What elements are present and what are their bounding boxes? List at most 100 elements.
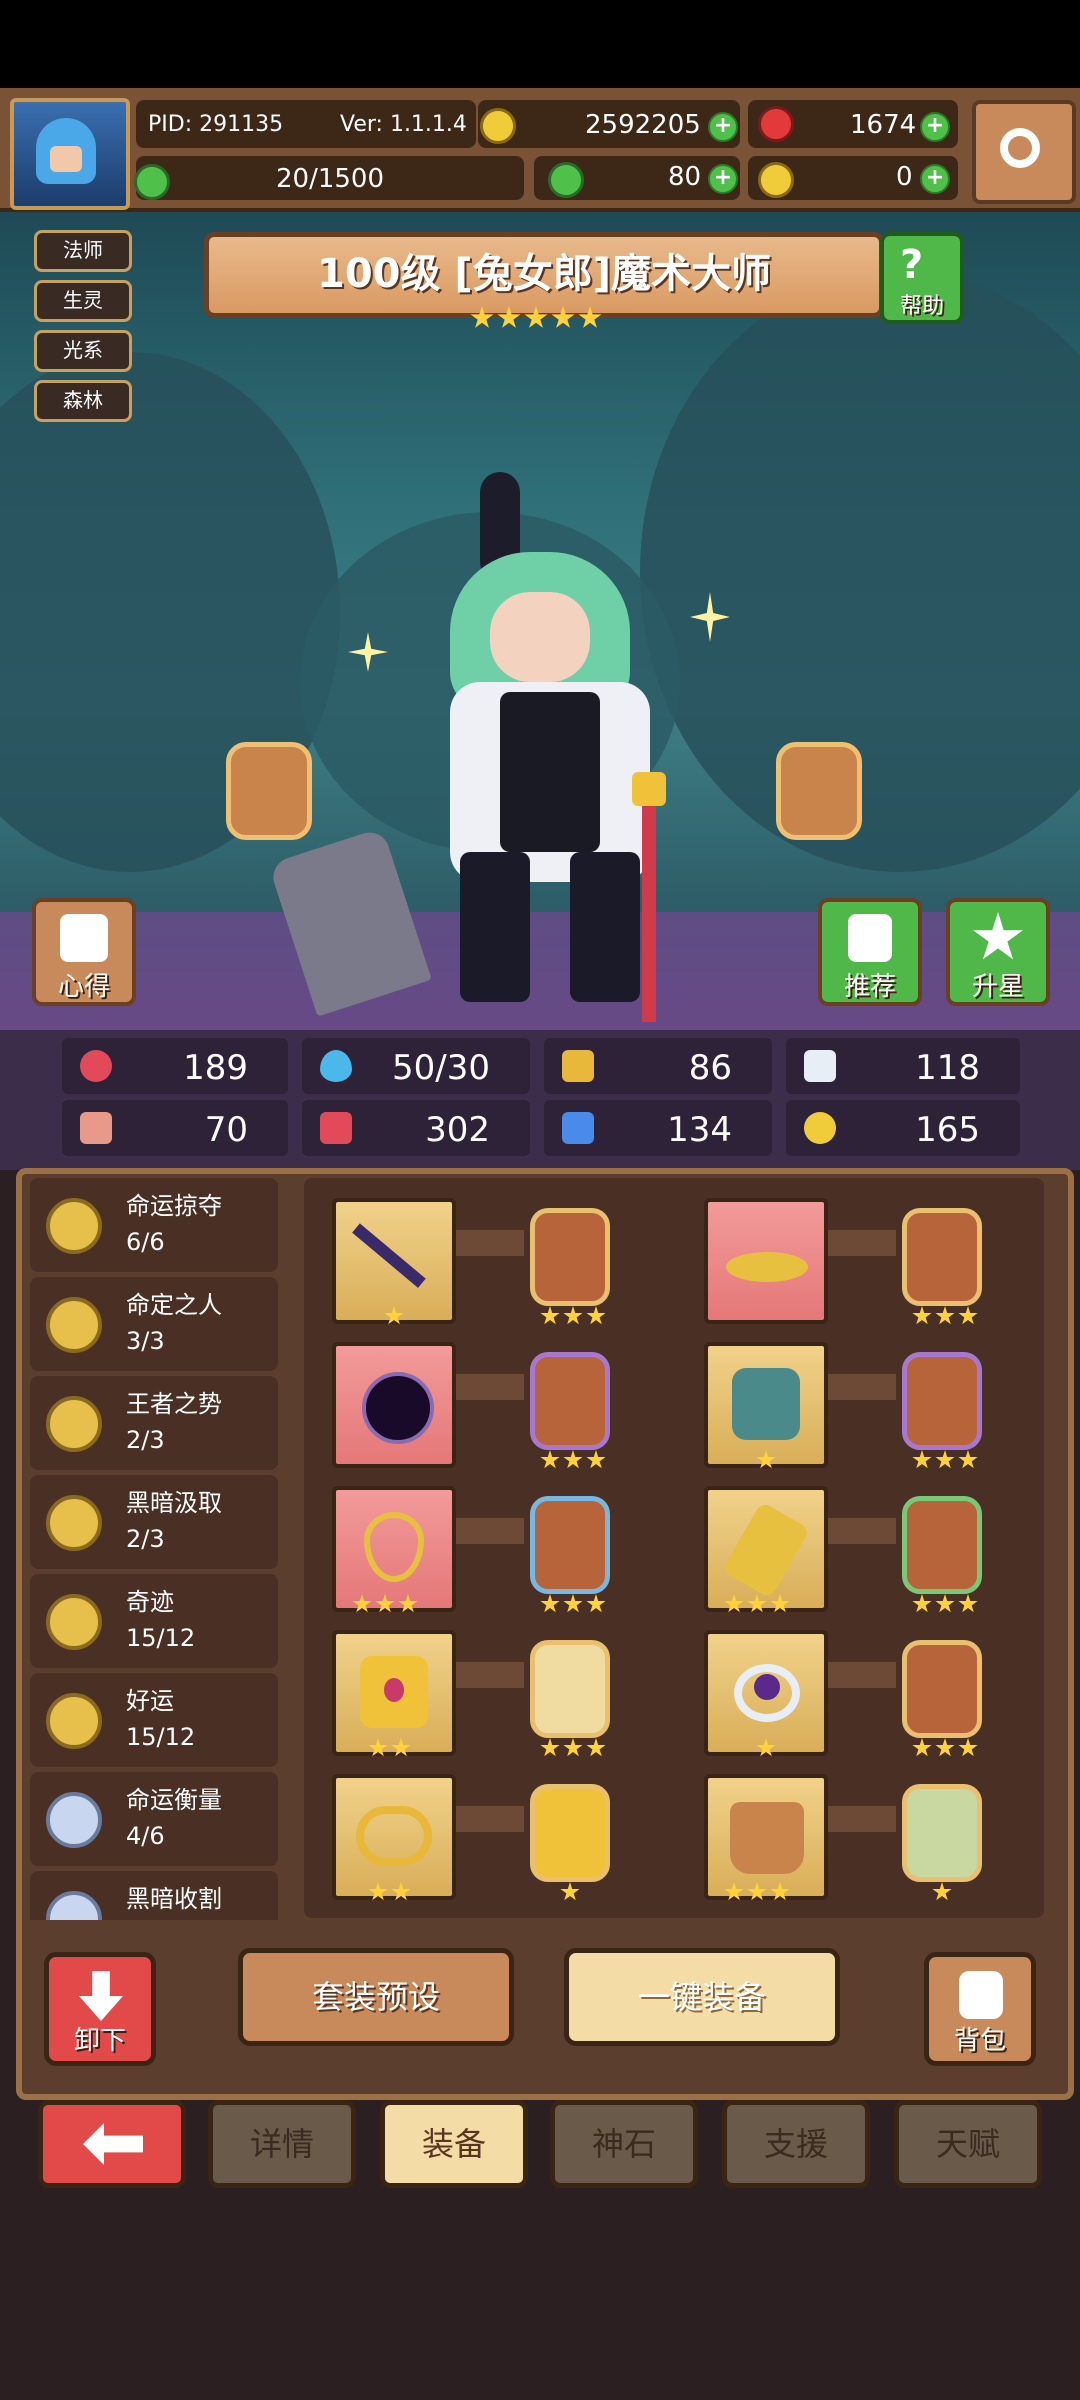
star-icon: [912, 1306, 932, 1325]
equipment-grid: [304, 1178, 1044, 1918]
set-item[interactable]: 好运 15/12: [30, 1673, 278, 1767]
star-icon: [973, 912, 1023, 960]
unequip-button[interactable]: 卸下: [44, 1952, 156, 2066]
rune-gem-slot[interactable]: [530, 1352, 610, 1450]
set-bonus-list[interactable]: 命运掠夺 6/6 命定之人 3/3 王者之势 2/3 黑暗汲取 2/3 奇迹 15/12 …: [30, 1178, 292, 1920]
star-icon: [756, 1738, 776, 1757]
star-icon: [384, 1306, 404, 1325]
rune-gem-slot[interactable]: [530, 1640, 610, 1738]
auto-equip-button[interactable]: 一键装备: [564, 1948, 840, 2046]
back-button[interactable]: [38, 2100, 186, 2188]
horseshoe-icon: [804, 1112, 836, 1144]
slot-link: [444, 1662, 524, 1688]
set-preset-button[interactable]: 套装预设: [238, 1948, 514, 2046]
settings-gear-icon[interactable]: [972, 100, 1076, 204]
set-item[interactable]: 奇迹 15/12: [30, 1574, 278, 1668]
star-icon: [935, 1450, 955, 1469]
rune-gem-slot[interactable]: [902, 1208, 982, 1306]
tab-divine-stone[interactable]: 神石: [550, 2100, 698, 2188]
add-key-icon[interactable]: +: [920, 164, 950, 194]
player-avatar[interactable]: [10, 98, 130, 210]
rune-gem-slot[interactable]: [902, 1784, 982, 1882]
star-icon: [770, 1594, 790, 1613]
set-item[interactable]: 命定之人 3/3: [30, 1277, 278, 1371]
stat-resist: 134: [544, 1100, 772, 1156]
rune-gem-slot[interactable]: [530, 1208, 610, 1306]
rune-gem-slot[interactable]: [902, 1352, 982, 1450]
insights-button[interactable]: 心得: [32, 898, 136, 1006]
orb-slot[interactable]: [332, 1342, 456, 1468]
slot-link: [816, 1662, 896, 1688]
stat-magic: 302: [302, 1100, 530, 1156]
help-button[interactable]: ? 帮助: [880, 232, 964, 324]
set-item[interactable]: 命运掠夺 6/6: [30, 1178, 278, 1272]
item-stars: [384, 1306, 407, 1330]
star-icon: [586, 1450, 606, 1469]
set-medal-icon: [46, 1693, 102, 1749]
down-arrow-icon: [79, 1971, 123, 2021]
star-icon: [368, 1882, 388, 1901]
star-icon: [770, 1882, 790, 1901]
thumbs-up-icon: [848, 914, 892, 962]
add-gold-icon[interactable]: +: [708, 112, 738, 142]
star-icon: [540, 1450, 560, 1469]
rune-stars: [912, 1594, 981, 1618]
add-clover-icon[interactable]: +: [708, 164, 738, 194]
star-icon: [958, 1306, 978, 1325]
tab-talent[interactable]: 天赋: [894, 2100, 1042, 2188]
water-drop-icon: [320, 1050, 352, 1082]
star-icon: [747, 1594, 767, 1613]
add-gem-icon[interactable]: +: [920, 112, 950, 142]
rune-gem-slot[interactable]: [902, 1496, 982, 1594]
set-item[interactable]: 黑暗汲取 2/3: [30, 1475, 278, 1569]
star-icon: [470, 306, 494, 328]
star-icon: [912, 1594, 932, 1613]
heart-icon: [80, 1050, 112, 1082]
slot-link: [816, 1806, 896, 1832]
key-amount: 0: [896, 162, 913, 192]
boot-icon: [562, 1112, 594, 1144]
item-stars: [368, 1738, 414, 1762]
set-item[interactable]: 王者之势 2/3: [30, 1376, 278, 1470]
star-icon: [586, 1306, 606, 1325]
stamina-value: 20/1500: [276, 164, 385, 194]
set-item[interactable]: 黑暗收割: [30, 1871, 278, 1920]
tab-details[interactable]: 详情: [208, 2100, 356, 2188]
set-medal-icon: [46, 1594, 102, 1650]
set-item[interactable]: 命运衡量 4/6: [30, 1772, 278, 1866]
star-icon: [560, 1882, 580, 1901]
hat-slot[interactable]: [704, 1198, 828, 1324]
item-stars: [724, 1594, 793, 1618]
star-icon: [935, 1306, 955, 1325]
star-icon: [586, 1738, 606, 1757]
rune-gem-slot[interactable]: [530, 1496, 610, 1594]
star-icon: [551, 306, 575, 328]
rune-gem-slot[interactable]: [530, 1784, 610, 1882]
rune-stars: [912, 1450, 981, 1474]
item-stars: [724, 1882, 793, 1906]
game-version: Ver: 1.1.1.4: [340, 112, 467, 137]
gauntlet-icon: [721, 1501, 811, 1599]
tab-support[interactable]: 支援: [722, 2100, 870, 2188]
star-up-label: 升星: [971, 972, 1024, 1002]
return-arrow-icon: [83, 2123, 143, 2165]
star-icon: [540, 1306, 560, 1325]
star-icon: [540, 1738, 560, 1757]
set-medal-icon: [46, 1396, 102, 1452]
rune-slot-right-icon[interactable]: [776, 742, 862, 840]
tab-equipment[interactable]: 装备: [380, 2100, 528, 2188]
bag-button[interactable]: 背包: [924, 1952, 1036, 2066]
rune-gem-slot[interactable]: [902, 1640, 982, 1738]
recommend-button[interactable]: 推荐: [818, 898, 922, 1006]
dark-orb-icon: [362, 1372, 434, 1444]
rune-slot-left-icon[interactable]: [226, 742, 312, 840]
star-icon: [540, 1594, 560, 1613]
character-star-rating: [470, 306, 605, 336]
stat-luck: 165: [786, 1100, 1020, 1156]
star-icon: [524, 306, 548, 328]
star-icon: [958, 1450, 978, 1469]
star-up-button[interactable]: 升星: [946, 898, 1050, 1006]
necklace-icon: [364, 1512, 424, 1582]
clover-amount: 80: [668, 162, 702, 192]
star-icon: [352, 1594, 372, 1613]
